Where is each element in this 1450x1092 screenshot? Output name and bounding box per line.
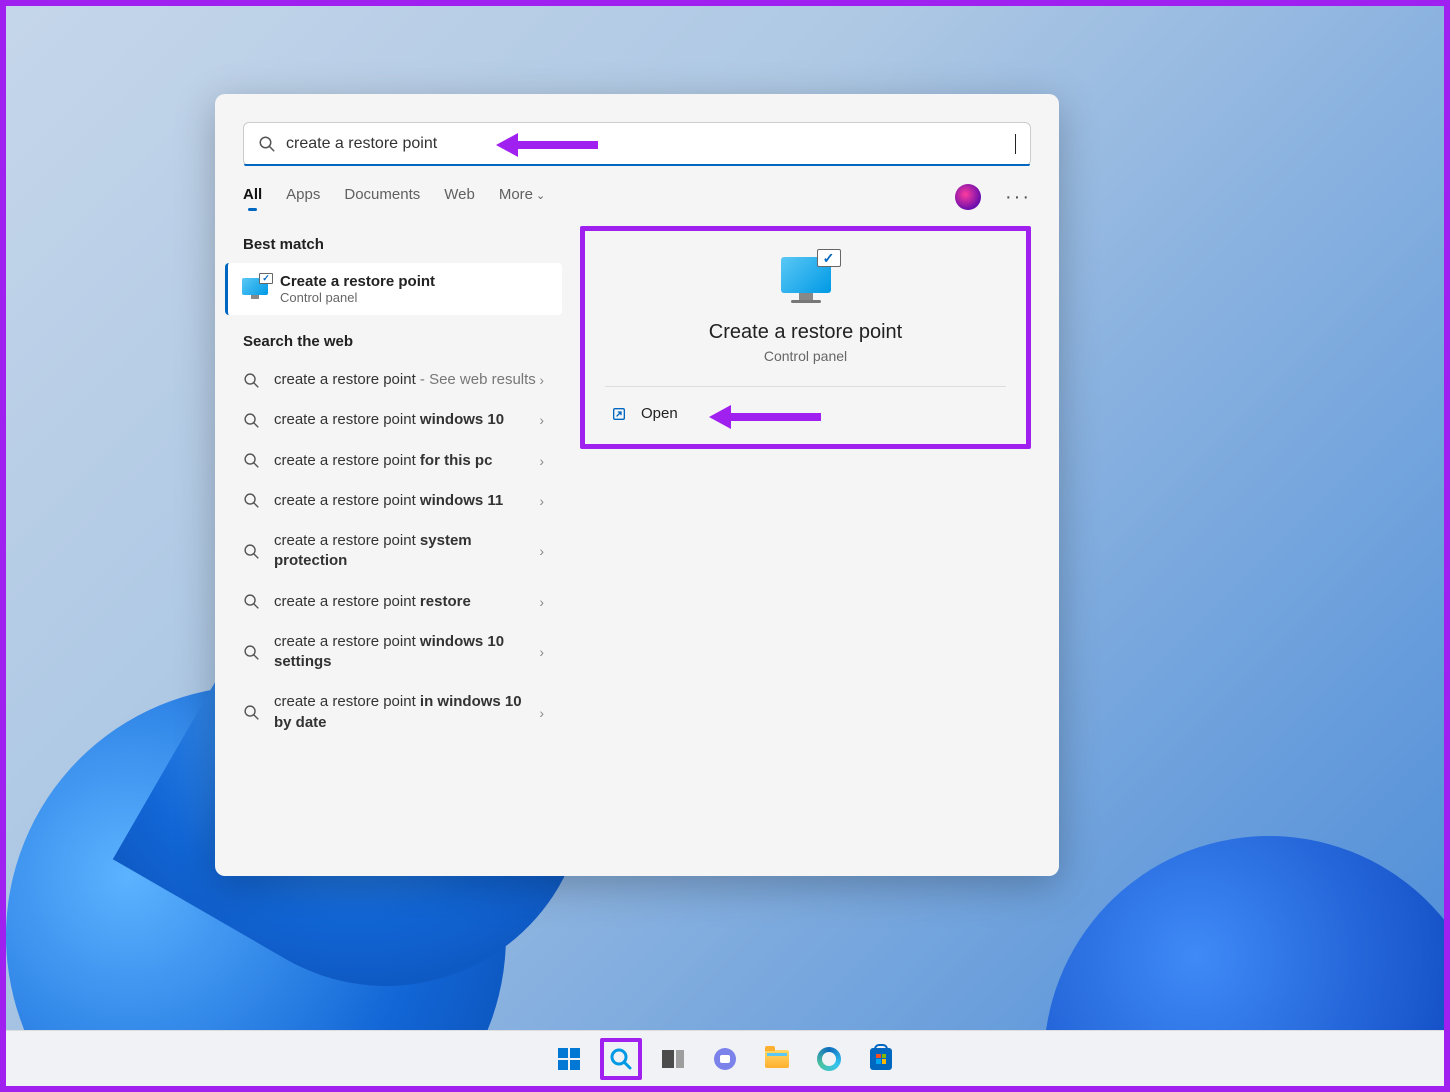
search-input[interactable] — [286, 135, 1015, 153]
chat-icon — [714, 1048, 736, 1070]
file-explorer-button[interactable] — [756, 1038, 798, 1080]
windows-logo-icon — [558, 1048, 580, 1070]
edge-icon — [817, 1047, 841, 1071]
search-icon — [243, 644, 260, 661]
web-result-item[interactable]: create a restore point for this pc › — [225, 441, 562, 481]
task-view-button[interactable] — [652, 1038, 694, 1080]
web-result-text: create a restore point windows 10 — [274, 410, 504, 430]
search-panel: All Apps Documents Web More⌄ ··· Best ma… — [215, 94, 1059, 876]
annotation-arrow-open — [709, 405, 821, 429]
search-filter-tabs: All Apps Documents Web More⌄ ··· — [215, 166, 1059, 226]
system-properties-icon: ✓ — [242, 278, 268, 300]
search-icon — [243, 492, 260, 509]
search-box[interactable] — [243, 122, 1031, 166]
section-best-match: Best match — [225, 226, 570, 263]
chevron-right-icon: › — [539, 372, 544, 388]
preview-title: Create a restore point — [599, 321, 1012, 344]
web-result-item[interactable]: create a restore point windows 11 › — [225, 481, 562, 521]
open-external-icon — [611, 406, 627, 422]
tab-more[interactable]: More⌄ — [499, 186, 545, 209]
chevron-right-icon: › — [539, 644, 544, 660]
web-result-text: create a restore point - See web results — [274, 370, 536, 390]
start-button[interactable] — [548, 1038, 590, 1080]
open-label: Open — [641, 405, 678, 422]
store-button[interactable] — [860, 1038, 902, 1080]
task-view-icon — [662, 1050, 684, 1068]
best-match-result[interactable]: ✓ Create a restore point Control panel — [225, 263, 562, 315]
taskbar — [6, 1030, 1444, 1086]
annotation-arrow-search — [496, 133, 598, 157]
chat-button[interactable] — [704, 1038, 746, 1080]
chevron-right-icon: › — [539, 493, 544, 509]
search-icon — [609, 1047, 633, 1071]
chevron-right-icon: › — [539, 705, 544, 721]
screenshot-frame: All Apps Documents Web More⌄ ··· Best ma… — [0, 0, 1450, 1092]
web-result-text: create a restore point restore — [274, 592, 471, 612]
web-result-text: create a restore point for this pc — [274, 451, 492, 471]
system-properties-icon-large: ✓ — [781, 257, 831, 303]
web-result-item[interactable]: create a restore point windows 10 › — [225, 400, 562, 440]
web-result-item[interactable]: create a restore point restore › — [225, 582, 562, 622]
results-column: Best match ✓ Create a restore point Cont… — [215, 226, 570, 876]
search-icon — [243, 412, 260, 429]
tab-documents[interactable]: Documents — [344, 186, 420, 209]
web-result-text: create a restore point system protection — [274, 531, 539, 572]
search-icon — [258, 135, 276, 153]
web-result-item[interactable]: create a restore point in windows 10 by … — [225, 682, 562, 743]
web-result-item[interactable]: create a restore point - See web results… — [225, 360, 562, 400]
tab-web[interactable]: Web — [444, 186, 475, 209]
web-result-item[interactable]: create a restore point windows 10 settin… — [225, 622, 562, 683]
text-cursor — [1015, 134, 1016, 154]
web-result-text: create a restore point windows 11 — [274, 491, 503, 511]
taskbar-search-button[interactable] — [600, 1038, 642, 1080]
preview-subtitle: Control panel — [599, 348, 1012, 364]
user-avatar[interactable] — [955, 184, 981, 210]
edge-button[interactable] — [808, 1038, 850, 1080]
search-icon — [243, 704, 260, 721]
preview-column: ✓ Create a restore point Control panel O… — [570, 226, 1059, 876]
search-icon — [243, 543, 260, 560]
tab-apps[interactable]: Apps — [286, 186, 320, 209]
chevron-right-icon: › — [539, 453, 544, 469]
chevron-right-icon: › — [539, 594, 544, 610]
more-options-button[interactable]: ··· — [1005, 186, 1031, 209]
search-icon — [243, 452, 260, 469]
chevron-right-icon: › — [539, 412, 544, 428]
store-icon — [870, 1048, 892, 1070]
web-result-text: create a restore point windows 10 settin… — [274, 632, 539, 673]
web-result-text: create a restore point in windows 10 by … — [274, 692, 539, 733]
search-icon — [243, 593, 260, 610]
best-match-subtitle: Control panel — [280, 290, 435, 305]
folder-icon — [765, 1050, 789, 1068]
section-search-web: Search the web — [225, 323, 570, 360]
tab-all[interactable]: All — [243, 186, 262, 209]
open-button[interactable]: Open — [599, 387, 1012, 444]
best-match-title: Create a restore point — [280, 273, 435, 290]
web-result-item[interactable]: create a restore point system protection… — [225, 521, 562, 582]
search-icon — [243, 372, 260, 389]
chevron-down-icon: ⌄ — [536, 190, 545, 202]
preview-highlight-box: ✓ Create a restore point Control panel O… — [580, 226, 1031, 449]
chevron-right-icon: › — [539, 543, 544, 559]
